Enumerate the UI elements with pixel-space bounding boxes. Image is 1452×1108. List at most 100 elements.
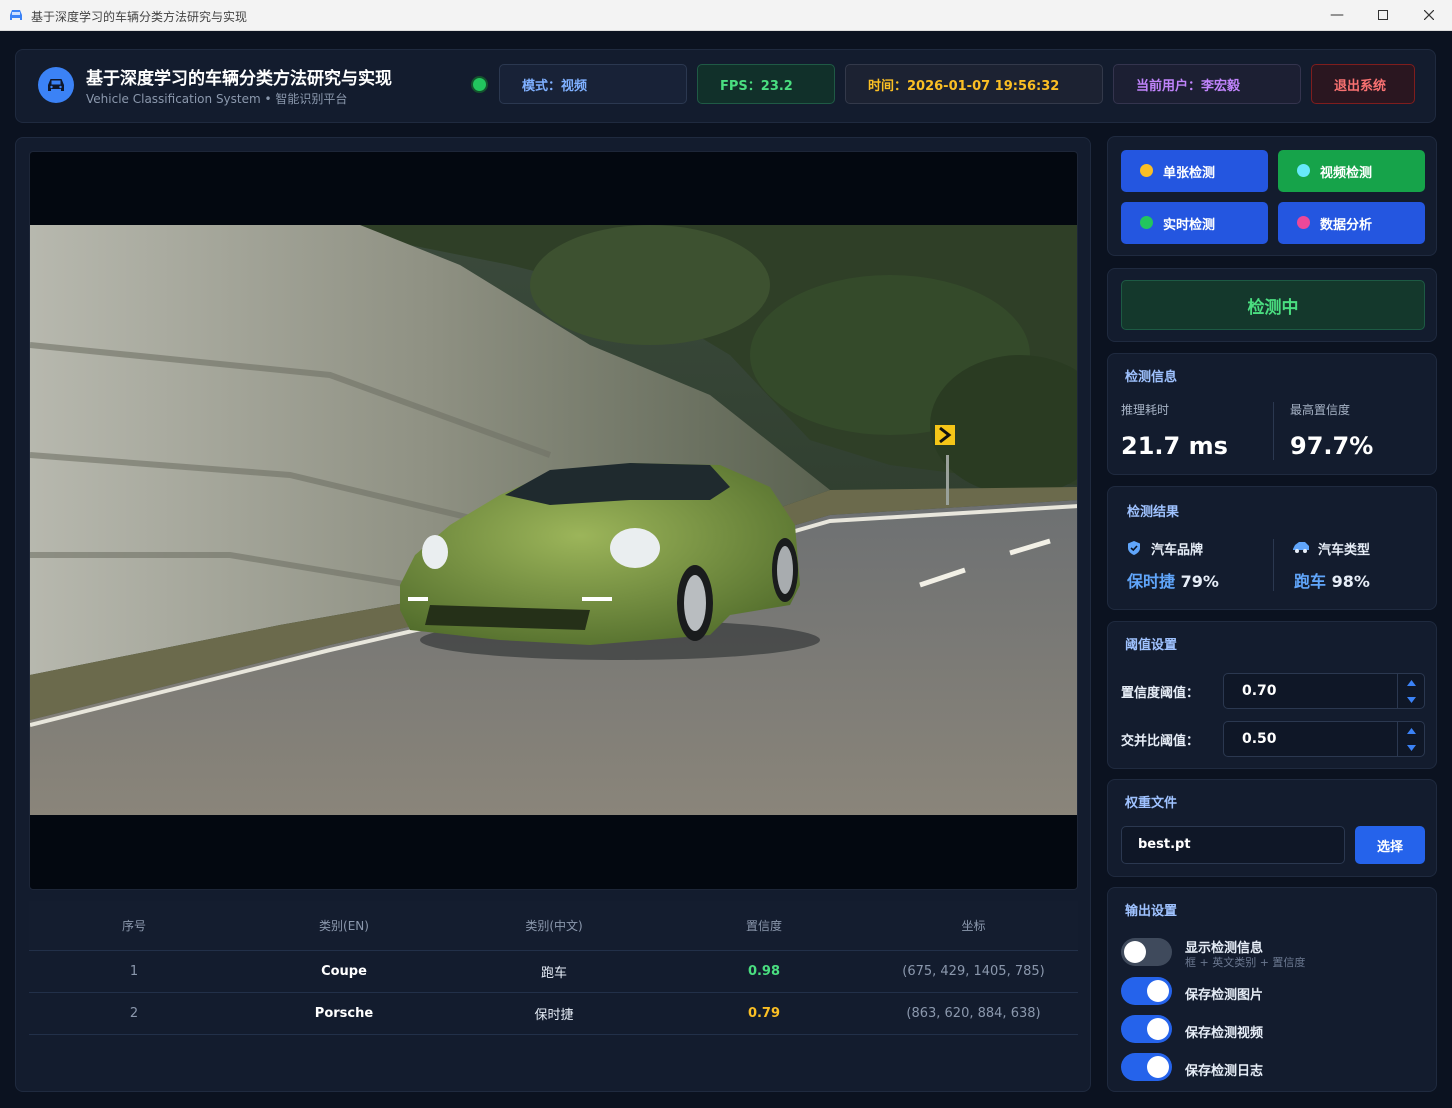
toggle-knob (1147, 980, 1169, 1002)
save-log-label: 保存检测日志 (1185, 1064, 1264, 1079)
iou-threshold-label: 交并比阈值： (1121, 734, 1200, 749)
maximize-icon (1378, 10, 1388, 20)
app-subtitle: Vehicle Classification System • 智能识别平台 (86, 92, 348, 106)
section-title: 检测结果 (1127, 505, 1180, 520)
toggle-knob (1124, 941, 1146, 963)
column-header: 序号 (121, 919, 146, 933)
logo (38, 67, 74, 103)
max-confidence-label: 最高置信度 (1290, 403, 1351, 417)
type-label: 汽车类型 (1318, 543, 1371, 558)
weights-panel: 权重文件 best.pt 选择 (1107, 779, 1437, 877)
show-info-hint: 框 + 英文类别 + 置信度 (1185, 956, 1306, 969)
time-badge: 时间：2026-01-07 19:56:32 (845, 64, 1103, 104)
brand-confidence: 79% (1180, 572, 1219, 591)
dot-icon (1297, 164, 1310, 177)
section-title: 输出设置 (1125, 904, 1178, 919)
dot-icon (1140, 164, 1153, 177)
shield-icon (1128, 541, 1140, 555)
car-type-icon (1293, 542, 1309, 553)
close-icon (1424, 10, 1434, 20)
confidence-threshold-spinbox[interactable]: 0.70 (1223, 673, 1425, 709)
detection-table: 序号 类别(EN) 类别(中文) 置信度 坐标 1 Coupe 跑车 0.98 … (29, 901, 1078, 1081)
close-button[interactable] (1406, 0, 1452, 30)
video-detect-label: 视频检测 (1320, 165, 1373, 181)
save-video-label: 保存检测视频 (1185, 1026, 1264, 1041)
column-header: 类别(EN) (319, 919, 369, 933)
max-confidence-value: 97.7% (1290, 432, 1374, 460)
status-panel: 检测中 (1107, 268, 1437, 342)
table-cell-confidence: 0.98 (747, 964, 781, 979)
output-settings-panel: 输出设置 显示检测信息 框 + 英文类别 + 置信度 保存检测图片 保存检测视频… (1107, 887, 1437, 1092)
video-detect-button[interactable]: 视频检测 (1278, 150, 1425, 192)
arrow-down-icon[interactable] (1407, 697, 1416, 703)
car-icon (48, 79, 64, 91)
user-badge: 当前用户：李宏毅 (1113, 64, 1301, 104)
dot-icon (1140, 216, 1153, 229)
table-cell-coords: (675, 429, 1405, 785) (902, 964, 1045, 979)
confidence-threshold-label: 置信度阈值： (1121, 686, 1200, 701)
section-title: 阈值设置 (1125, 638, 1178, 653)
fps-badge: FPS：23.2 (697, 64, 835, 104)
section-title: 权重文件 (1125, 796, 1178, 811)
maximize-button[interactable] (1360, 0, 1406, 30)
brand-name: 保时捷 (1127, 572, 1176, 591)
save-video-toggle[interactable] (1121, 1015, 1172, 1043)
weights-file-name: best.pt (1138, 837, 1191, 852)
mode-panel: 单张检测 视频检测 实时检测 数据分析 (1107, 136, 1437, 256)
latency-label: 推理耗时 (1121, 403, 1170, 417)
data-analysis-button[interactable]: 数据分析 (1278, 202, 1425, 244)
realtime-detect-label: 实时检测 (1163, 217, 1216, 233)
table-cell-class-cn: 跑车 (540, 966, 567, 981)
header-bar: 基于深度学习的车辆分类方法研究与实现 Vehicle Classificatio… (15, 49, 1436, 123)
dot-icon (1297, 216, 1310, 229)
show-info-toggle[interactable] (1121, 938, 1172, 966)
table-cell-class-cn: 保时捷 (534, 1008, 574, 1023)
exit-button[interactable]: 退出系统 (1311, 64, 1415, 104)
divider (1273, 402, 1274, 460)
spin-arrows (1397, 674, 1424, 708)
video-frame-image (30, 225, 1077, 815)
realtime-detect-button[interactable]: 实时检测 (1121, 202, 1268, 244)
single-detect-label: 单张检测 (1163, 165, 1216, 181)
table-row[interactable]: 2 Porsche 保时捷 0.79 (863, 620, 884, 638) (29, 993, 1078, 1035)
save-image-label: 保存检测图片 (1185, 988, 1264, 1003)
table-cell-index: 2 (129, 1006, 139, 1021)
table-row[interactable]: 1 Coupe 跑车 0.98 (675, 429, 1405, 785) (29, 951, 1078, 993)
column-header: 类别(中文) (525, 919, 583, 933)
arrow-up-icon[interactable] (1407, 680, 1416, 686)
single-detect-button[interactable]: 单张检测 (1121, 150, 1268, 192)
brand-label: 汽车品牌 (1151, 543, 1204, 558)
toggle-knob (1147, 1056, 1169, 1078)
iou-threshold-value: 0.50 (1242, 731, 1277, 747)
choose-weights-button[interactable]: 选择 (1355, 826, 1425, 864)
detection-status-button[interactable]: 检测中 (1121, 280, 1425, 330)
toggle-knob (1147, 1018, 1169, 1040)
column-header: 坐标 (961, 919, 986, 933)
mode-badge: 模式：视频 (499, 64, 687, 104)
video-display (29, 151, 1078, 890)
app-title: 基于深度学习的车辆分类方法研究与实现 (86, 69, 392, 89)
table-cell-class-en: Coupe (321, 964, 367, 979)
arrow-up-icon[interactable] (1407, 728, 1416, 734)
window-titlebar: 基于深度学习的车辆分类方法研究与实现 — (0, 0, 1452, 31)
window-title: 基于深度学习的车辆分类方法研究与实现 (31, 10, 248, 24)
detection-info-panel: 检测信息 推理耗时 21.7 ms 最高置信度 97.7% (1107, 353, 1437, 475)
threshold-panel: 阈值设置 置信度阈值： 0.70 交并比阈值： 0.50 (1107, 621, 1437, 769)
table-header: 序号 类别(EN) 类别(中文) 置信度 坐标 (29, 901, 1078, 951)
arrow-down-icon[interactable] (1407, 745, 1416, 751)
confidence-threshold-value: 0.70 (1242, 683, 1277, 699)
table-cell-index: 1 (129, 964, 139, 979)
weights-file-field[interactable]: best.pt (1121, 826, 1345, 864)
iou-threshold-spinbox[interactable]: 0.50 (1223, 721, 1425, 757)
type-confidence: 98% (1331, 572, 1370, 591)
type-name: 跑车 (1294, 572, 1327, 591)
table-cell-confidence: 0.79 (747, 1006, 781, 1021)
save-log-toggle[interactable] (1121, 1053, 1172, 1081)
table-cell-coords: (863, 620, 884, 638) (906, 1006, 1041, 1021)
data-analysis-label: 数据分析 (1320, 217, 1373, 233)
minimize-button[interactable]: — (1314, 0, 1360, 30)
save-image-toggle[interactable] (1121, 977, 1172, 1005)
table-cell-class-en: Porsche (314, 1006, 374, 1021)
column-header: 置信度 (745, 919, 782, 933)
spin-arrows (1397, 722, 1424, 756)
